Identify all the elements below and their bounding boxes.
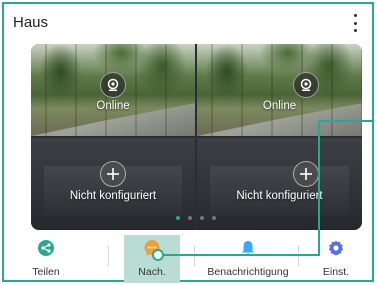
camera-tile-online-2[interactable]: Online	[197, 44, 362, 136]
tab-settings[interactable]: Einst.	[314, 232, 358, 284]
page-indicator	[176, 216, 216, 220]
tab-label: Teilen	[32, 266, 60, 278]
callout-marker	[152, 249, 164, 261]
page-dot[interactable]	[200, 216, 204, 220]
page-title: Haus	[13, 14, 49, 31]
camera-tile-online-1[interactable]: Online	[31, 44, 195, 136]
camera-status-label: Online	[96, 100, 130, 112]
more-vertical-icon[interactable]	[348, 12, 362, 34]
page-dot[interactable]	[212, 216, 216, 220]
callout-line	[162, 254, 320, 256]
camera-status-label: Online	[262, 100, 297, 112]
camera-status-label: Nicht konfiguriert	[69, 190, 157, 202]
plus-icon[interactable]	[100, 161, 126, 187]
camera-icon	[293, 72, 319, 98]
bottom-tab-bar: Teilen Nach. Benachrichtigung Einst.	[8, 232, 376, 284]
camera-tile-unconfigured-1[interactable]: Nicht konfiguriert	[31, 138, 195, 230]
tab-label: Benachrichtigung	[207, 266, 289, 278]
tab-label: Nach.	[138, 266, 166, 278]
camera-status-label: Nicht konfiguriert	[236, 190, 323, 202]
tab-notifications[interactable]: Benachrichtigung	[198, 232, 298, 284]
plus-icon[interactable]	[293, 161, 319, 187]
page-dot[interactable]	[176, 216, 180, 220]
gear-icon	[327, 239, 345, 257]
page-dot[interactable]	[188, 216, 192, 220]
camera-tile-unconfigured-2[interactable]: Nicht konfiguriert	[197, 138, 362, 230]
share-icon	[37, 239, 55, 257]
callout-line	[318, 120, 320, 256]
camera-grid: Online Online Nicht konfiguriert Nicht k…	[31, 44, 362, 230]
tab-label: Einst.	[322, 266, 350, 278]
camera-icon	[100, 72, 126, 98]
tab-messages[interactable]: Nach.	[124, 235, 180, 283]
tab-share[interactable]: Teilen	[22, 232, 70, 284]
callout-line	[318, 120, 374, 122]
